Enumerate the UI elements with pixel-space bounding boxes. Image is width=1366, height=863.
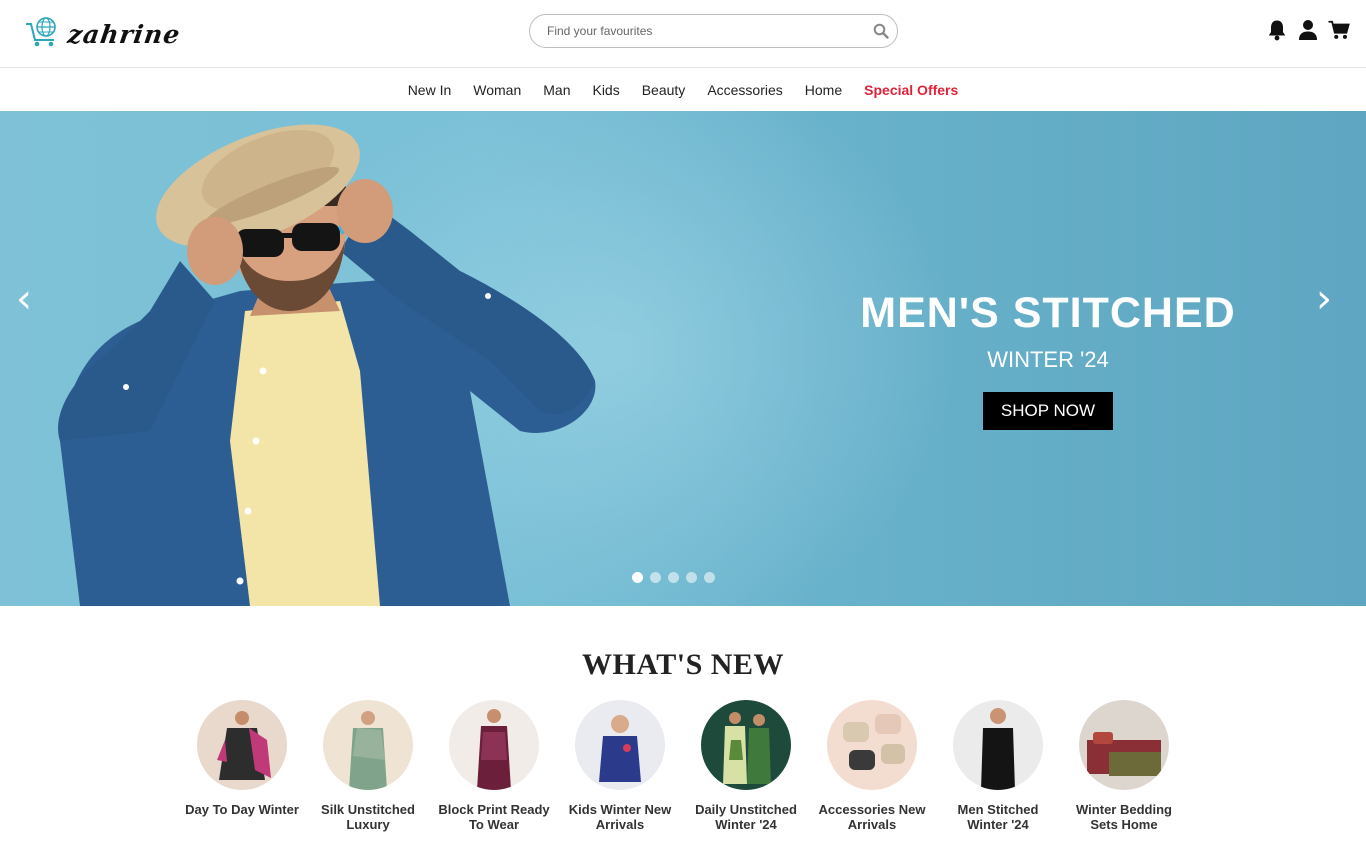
whats-new-title: WHAT'S NEW [582, 648, 784, 681]
category-label: Kids Winter New Arrivals [568, 802, 672, 832]
category-image [575, 700, 665, 790]
carousel-prev-arrow-icon[interactable]: ‹ [16, 279, 32, 319]
carousel-dots [632, 572, 715, 583]
category-image [827, 700, 917, 790]
search-bar [529, 14, 898, 48]
header-actions [1266, 18, 1350, 42]
category-label: Silk Unstitched Luxury [321, 802, 415, 832]
category-men-stitched-winter-24[interactable]: Men Stitched Winter '24 [935, 700, 1061, 832]
category-label: Winter Bedding Sets Home [1076, 802, 1172, 832]
nav-item-kids[interactable]: Kids [592, 82, 619, 98]
category-label: Day To Day Winter [185, 802, 299, 817]
category-day-to-day-winter[interactable]: Day To Day Winter [179, 700, 305, 832]
site-logo[interactable]: zahrine [24, 15, 183, 54]
user-icon[interactable] [1297, 18, 1319, 42]
search-icon[interactable] [873, 23, 889, 39]
search-input[interactable] [547, 15, 867, 47]
category-image [701, 700, 791, 790]
shop-now-button[interactable]: SHOP NOW [982, 392, 1114, 430]
whats-new-categories: Day To Day Winter Silk Unstitched Luxury… [179, 700, 1187, 832]
nav-item-woman[interactable]: Woman [473, 82, 521, 98]
category-label: Block Print Ready To Wear [438, 802, 550, 832]
category-image [1079, 700, 1169, 790]
carousel-dot-4[interactable] [686, 572, 697, 583]
nav-item-man[interactable]: Man [543, 82, 570, 98]
carousel-dot-2[interactable] [650, 572, 661, 583]
hero-model-image [58, 124, 596, 606]
nav-item-accessories[interactable]: Accessories [707, 82, 782, 98]
category-kids-winter-new-arrivals[interactable]: Kids Winter New Arrivals [557, 700, 683, 832]
category-silk-unstitched-luxury[interactable]: Silk Unstitched Luxury [305, 700, 431, 832]
bell-icon[interactable] [1266, 18, 1288, 42]
category-label: Men Stitched Winter '24 [957, 802, 1039, 832]
category-image [449, 700, 539, 790]
category-image [197, 700, 287, 790]
nav-item-beauty[interactable]: Beauty [642, 82, 686, 98]
hero-text-block: MEN'S STITCHED WINTER '24 SHOP NOW [820, 287, 1276, 430]
site-header: zahrine [0, 0, 1366, 68]
shopping-cart-globe-icon [24, 15, 62, 54]
category-daily-unstitched-winter-24[interactable]: Daily Unstitched Winter '24 [683, 700, 809, 832]
category-label: Daily Unstitched Winter '24 [695, 802, 797, 832]
nav-item-special-offers[interactable]: Special Offers [864, 82, 958, 98]
carousel-dot-1[interactable] [632, 572, 643, 583]
nav-item-new-in[interactable]: New In [408, 82, 452, 98]
category-accessories-new-arrivals[interactable]: Accessories New Arrivals [809, 700, 935, 832]
carousel-dot-5[interactable] [704, 572, 715, 583]
cart-icon[interactable] [1328, 18, 1350, 42]
category-image [953, 700, 1043, 790]
category-image [323, 700, 413, 790]
category-block-print-ready-to-wear[interactable]: Block Print Ready To Wear [431, 700, 557, 832]
main-nav: New In Woman Man Kids Beauty Accessories… [0, 68, 1366, 111]
logo-text: zahrine [65, 19, 183, 49]
hero-subtitle: WINTER '24 [987, 347, 1109, 372]
category-label: Accessories New Arrivals [818, 802, 926, 832]
carousel-dot-3[interactable] [668, 572, 679, 583]
category-winter-bedding-sets-home[interactable]: Winter Bedding Sets Home [1061, 700, 1187, 832]
hero-title: MEN'S STITCHED [860, 289, 1236, 337]
hero-carousel: MEN'S STITCHED WINTER '24 SHOP NOW ‹ › [0, 111, 1366, 606]
carousel-next-arrow-icon[interactable]: › [1316, 279, 1332, 319]
nav-item-home[interactable]: Home [805, 82, 842, 98]
